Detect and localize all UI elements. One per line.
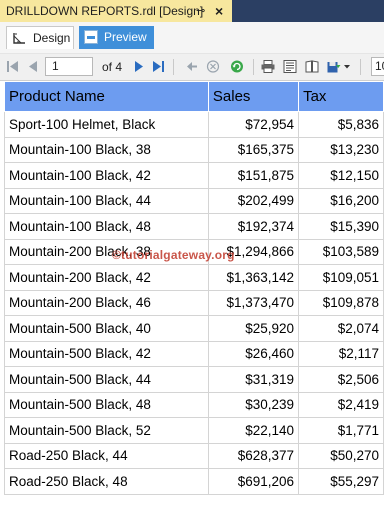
table-row: Mountain-200 Black, 42 $1,363,142 $109,051 [4,264,384,291]
cell-sales: $165,375 [207,136,300,163]
tab-preview[interactable]: Preview [79,26,154,49]
cell-tax: $5,836 [298,111,384,138]
table-row: Road-250 Black, 48 $691,206 $55,297 [4,468,384,495]
cell-tax: $16,200 [298,187,384,214]
cell-sales: $628,377 [207,442,300,469]
export-icon[interactable] [327,60,341,73]
table-row: Mountain-200 Black, 46 $1,373,470 $109,878 [4,289,384,316]
cell-tax: $1,771 [298,417,384,444]
document-tab[interactable]: DRILLDOWN REPORTS.rdl [Design] ⊸ × [0,0,232,22]
toolbar-separator [253,59,254,75]
table-row: Mountain-100 Black, 44 $202,499 $16,200 [4,187,384,214]
cell-product-name: Road-250 Black, 48 [4,468,209,495]
cell-sales: $1,373,470 [207,289,300,316]
table-row: Mountain-500 Black, 52 $22,140 $1,771 [4,417,384,444]
table-row: Mountain-500 Black, 42 $26,460 $2,117 [4,340,384,367]
cell-product-name: Mountain-500 Black, 48 [4,391,209,418]
zoom-select[interactable]: 10 [371,57,384,76]
table-row: Mountain-500 Black, 48 $30,239 $2,419 [4,391,384,418]
cell-sales: $202,499 [207,187,300,214]
cell-tax: $55,297 [298,468,384,495]
toolbar-separator [360,59,361,75]
print-icon[interactable] [261,60,275,73]
cell-tax: $2,074 [298,315,384,342]
column-header-tax: Tax [298,81,384,112]
report-mode-tabs: Design Preview [0,22,384,54]
cell-product-name: Mountain-200 Black, 46 [4,289,209,316]
document-tab-bar: DRILLDOWN REPORTS.rdl [Design] ⊸ × [0,0,384,22]
cell-tax: $2,506 [298,366,384,393]
cell-tax: $2,117 [298,340,384,367]
report-toolbar: 1 of 4 10 [0,54,384,81]
cell-sales: $151,875 [207,162,300,189]
watermark: ©tutorialgateway.org [112,248,235,262]
last-page-icon[interactable] [151,60,165,73]
cell-sales: $691,206 [207,468,300,495]
first-page-icon[interactable] [6,60,20,73]
cell-sales: $25,920 [207,315,300,342]
cell-sales: $1,363,142 [207,264,300,291]
cell-tax: $12,150 [298,162,384,189]
cell-product-name: Mountain-500 Black, 40 [4,315,209,342]
cell-product-name: Road-250 Black, 44 [4,442,209,469]
cell-tax: $13,230 [298,136,384,163]
design-ruler-icon [13,33,25,44]
table-row: Mountain-500 Black, 40 $25,920 $2,074 [4,315,384,342]
cell-product-name: Mountain-500 Black, 44 [4,366,209,393]
cell-sales: $30,239 [207,391,300,418]
next-page-icon[interactable] [132,60,146,73]
preview-icon [84,30,98,44]
refresh-icon[interactable] [230,60,244,73]
toolbar-separator [173,59,174,75]
report-body: Product Name Sales Tax Sport-100 Helmet,… [4,81,384,495]
cell-product-name: Mountain-100 Black, 44 [4,187,209,214]
cell-tax: $109,878 [298,289,384,316]
table-row: Mountain-100 Black, 48 $192,374 $15,390 [4,213,384,240]
pin-icon[interactable]: ⊸ [196,0,205,22]
table-row: Mountain-500 Black, 44 $31,319 $2,506 [4,366,384,393]
cell-tax: $103,589 [298,238,384,265]
cell-sales: $22,140 [207,417,300,444]
current-page-input[interactable]: 1 [45,57,93,76]
cell-product-name: Mountain-100 Black, 38 [4,136,209,163]
tab-design-label: Design [33,31,71,45]
close-icon[interactable]: × [215,0,223,22]
cell-product-name: Mountain-100 Black, 48 [4,213,209,240]
cell-product-name: Mountain-500 Black, 52 [4,417,209,444]
table-row: Mountain-100 Black, 38 $165,375 $13,230 [4,136,384,163]
cell-sales: $31,319 [207,366,300,393]
tab-design[interactable]: Design [6,26,74,49]
table-header-row: Product Name Sales Tax [4,81,384,112]
document-tab-title: DRILLDOWN REPORTS.rdl [Design] [6,4,204,18]
page-count-label: of 4 [102,60,123,74]
export-dropdown-icon[interactable] [343,60,351,73]
table-row: Mountain-100 Black, 42 $151,875 $12,150 [4,162,384,189]
cell-tax: $50,270 [298,442,384,469]
cell-product-name: Mountain-500 Black, 42 [4,340,209,367]
column-header-sales: Sales [207,81,300,112]
cell-sales: $192,374 [207,213,300,240]
table-row: Road-250 Black, 44 $628,377 $50,270 [4,442,384,469]
cell-tax: $15,390 [298,213,384,240]
cell-tax: $2,419 [298,391,384,418]
column-header-product-name: Product Name [4,81,209,112]
table-row: Sport-100 Helmet, Black $72,954 $5,836 [4,111,384,138]
cell-product-name: Sport-100 Helmet, Black [4,111,209,138]
cell-sales: $26,460 [207,340,300,367]
tab-preview-label: Preview [104,30,147,44]
stop-icon[interactable] [206,60,220,73]
cell-product-name: Mountain-100 Black, 42 [4,162,209,189]
sales-table: Product Name Sales Tax Sport-100 Helmet,… [4,81,384,495]
back-to-parent-icon[interactable] [184,60,198,73]
cell-product-name: Mountain-200 Black, 42 [4,264,209,291]
previous-page-icon[interactable] [26,60,40,73]
page-setup-icon[interactable] [305,60,319,73]
print-layout-icon[interactable] [283,60,297,73]
cell-sales: $72,954 [207,111,300,138]
cell-tax: $109,051 [298,264,384,291]
